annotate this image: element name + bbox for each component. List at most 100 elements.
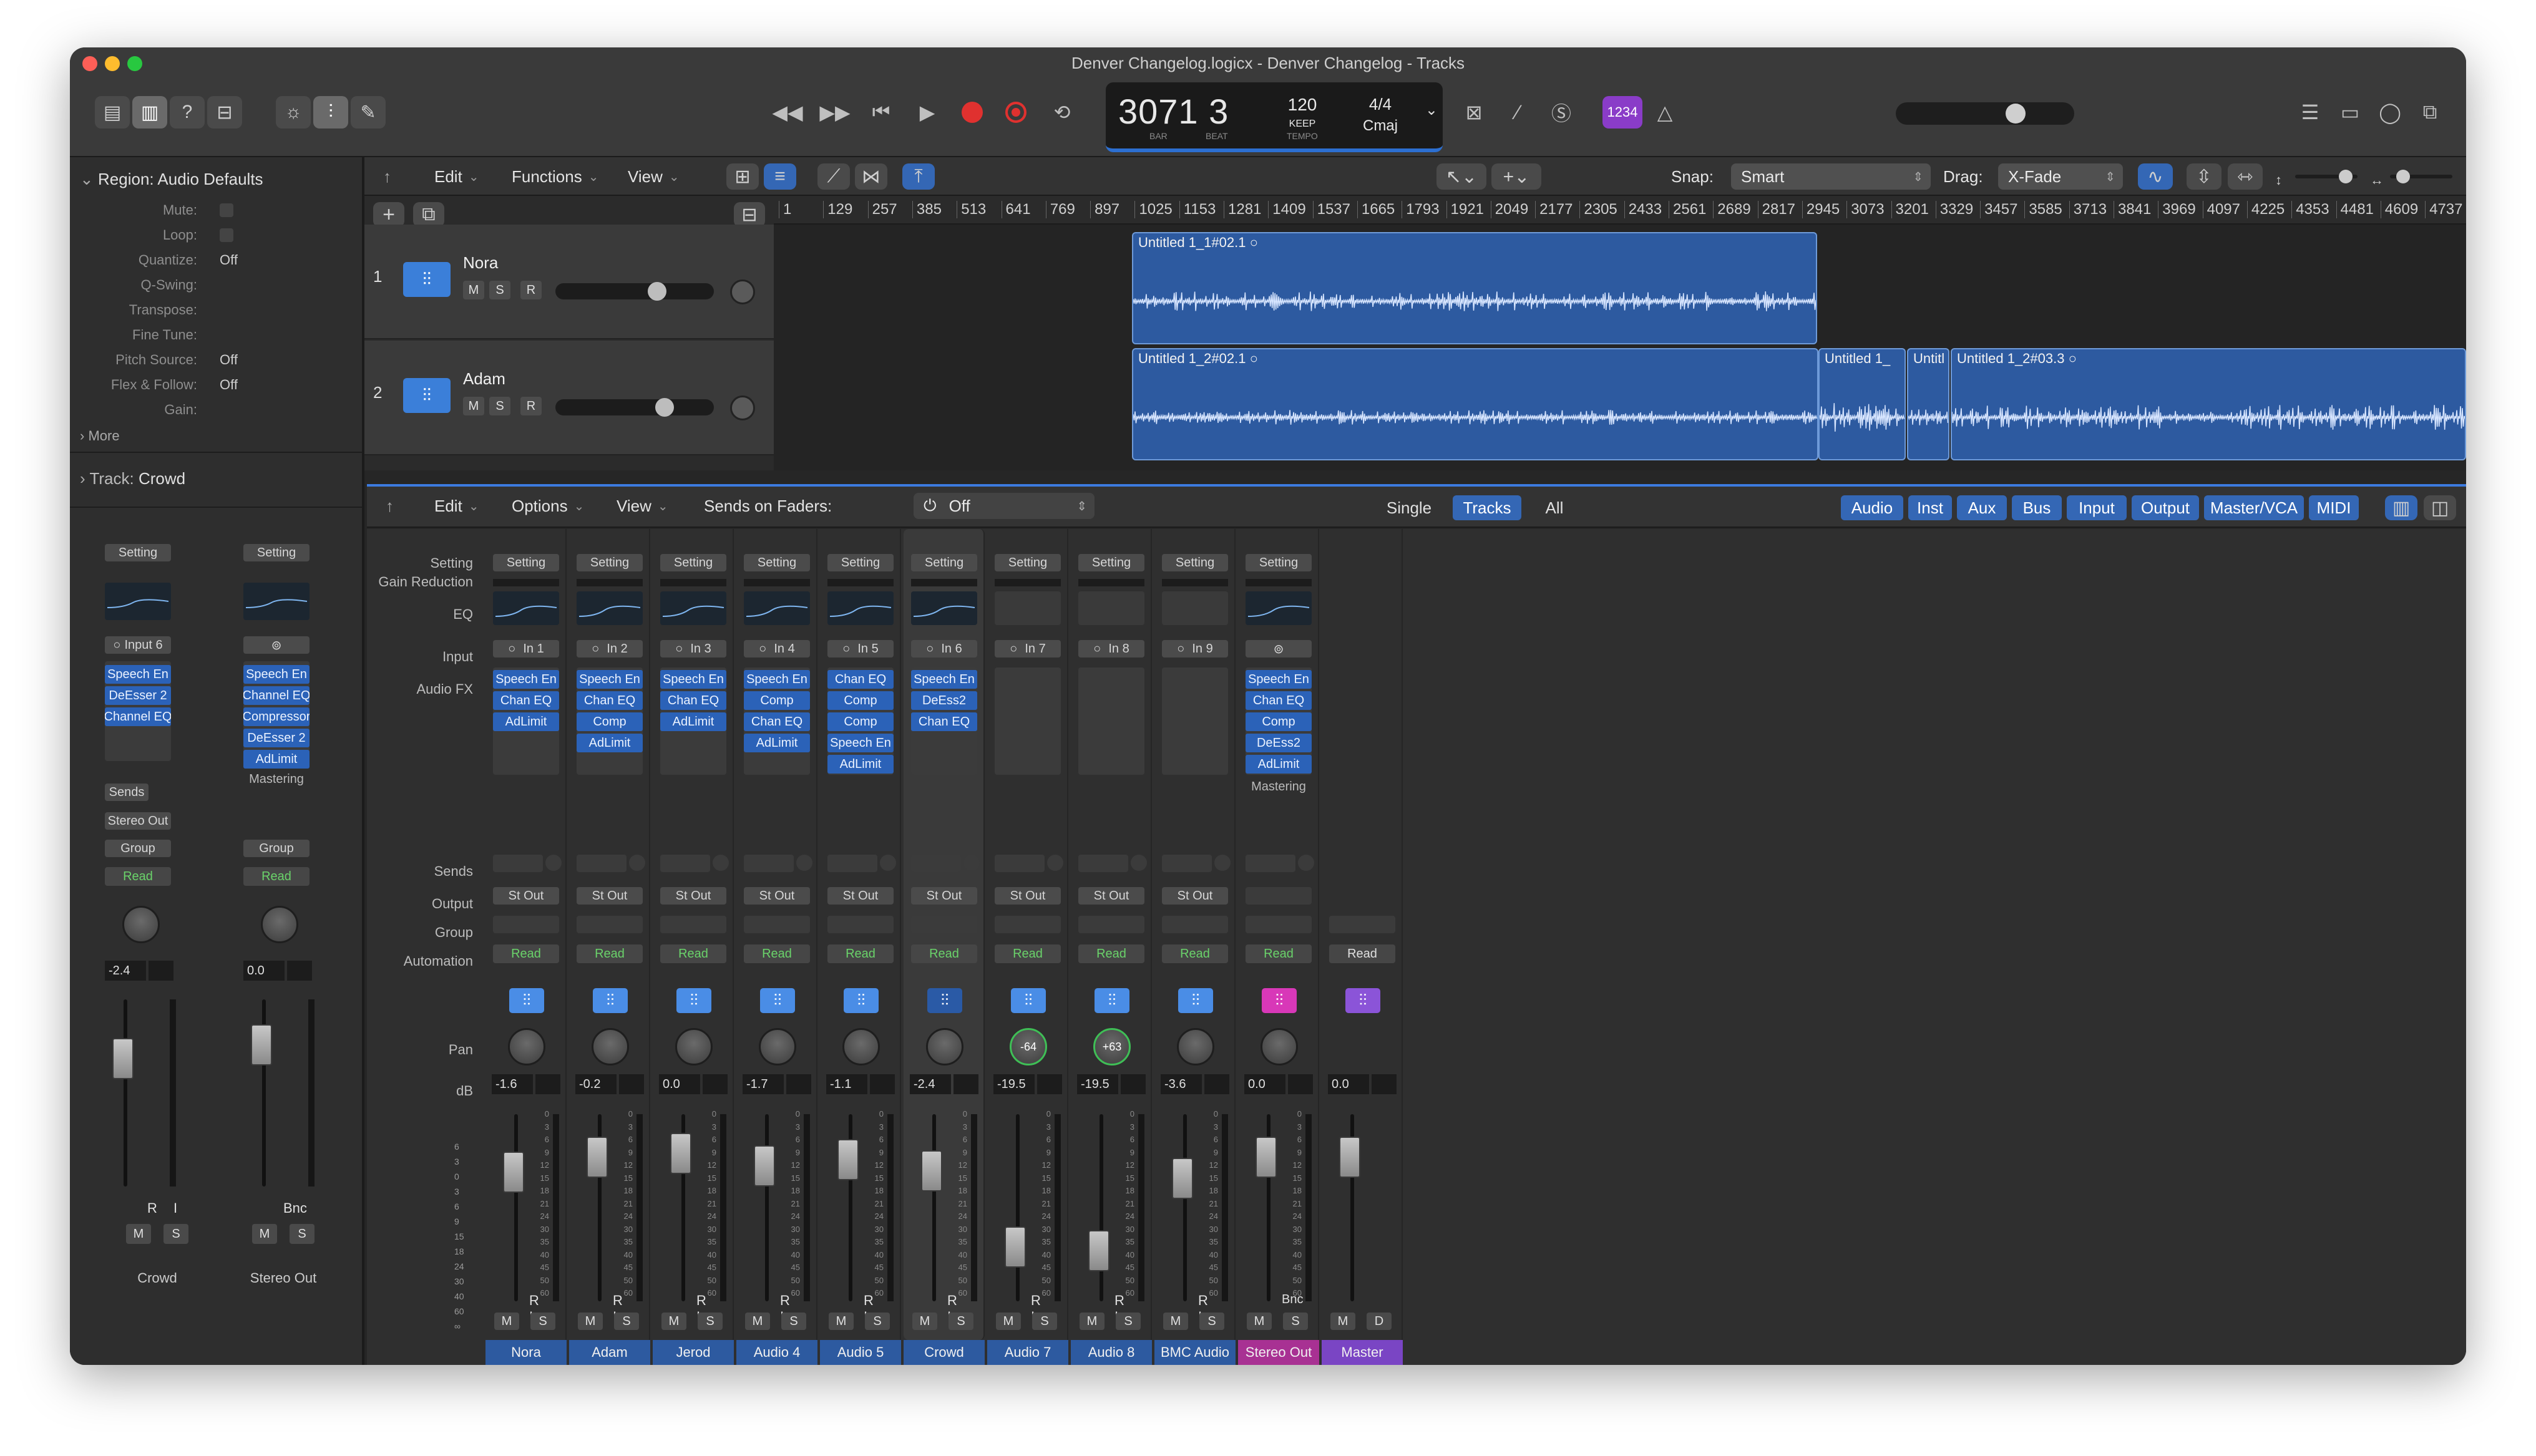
- volume-readout[interactable]: -19.5: [993, 1074, 1035, 1094]
- volume-fader[interactable]: 0 3 6 9 12 15 18 21 24 30 35 40 45 50 60: [498, 1108, 559, 1308]
- volume-readout[interactable]: 0.0: [1328, 1074, 1369, 1094]
- track-pan-knob[interactable]: [730, 396, 755, 420]
- solo-button[interactable]: S: [530, 1313, 555, 1330]
- mute-button[interactable]: M: [1163, 1313, 1188, 1330]
- group-slot[interactable]: [660, 916, 726, 933]
- pan-knob[interactable]: +63: [1093, 1028, 1131, 1065]
- output-button[interactable]: St Out: [827, 887, 894, 905]
- group-slot[interactable]: [1246, 916, 1312, 933]
- eq-thumbnail[interactable]: [577, 591, 643, 625]
- group-slot[interactable]: [1078, 916, 1144, 933]
- eq-thumbnail[interactable]: [1162, 591, 1228, 625]
- audio-fx-plugin[interactable]: Comp: [577, 712, 643, 731]
- volume-fader[interactable]: 0 3 6 9 12 15 18 21 24 30 35 40 45 50 60: [1083, 1108, 1144, 1308]
- mixer-options-menu[interactable]: Options ⌄: [512, 493, 584, 519]
- audio-fx-plugin[interactable]: DeEsser 2: [243, 729, 310, 747]
- group-slot[interactable]: [911, 916, 977, 933]
- input-button[interactable]: ○ Input 6: [105, 636, 171, 654]
- audio-fx-plugin[interactable]: AdLimit: [1246, 755, 1312, 774]
- fader-cap[interactable]: [503, 1152, 524, 1193]
- sends-slot[interactable]: [577, 855, 627, 872]
- bounce-button[interactable]: Bnc: [283, 1200, 307, 1216]
- volume-readout[interactable]: -3.6: [1161, 1074, 1202, 1094]
- track-inspector-header[interactable]: › Track: Crowd: [80, 469, 185, 488]
- mixer-filter-input[interactable]: Input: [2067, 495, 2127, 520]
- channel-name[interactable]: Stereo Out: [1238, 1340, 1319, 1365]
- setting-button[interactable]: Setting: [995, 554, 1061, 571]
- volume-readout[interactable]: -0.2: [575, 1074, 617, 1094]
- automation-mode-button[interactable]: Read: [493, 944, 559, 963]
- fader-cap[interactable]: [1172, 1158, 1193, 1199]
- fader-cap[interactable]: [1088, 1230, 1110, 1271]
- volume-fader[interactable]: [1334, 1108, 1390, 1308]
- volume-readout[interactable]: 0.0: [243, 961, 285, 981]
- mute-button[interactable]: M: [996, 1313, 1021, 1330]
- quick-help-button[interactable]: ?: [170, 96, 205, 129]
- go-to-start-button[interactable]: ⏮: [862, 96, 900, 129]
- track-header[interactable]: 1 ⫶⫶ Nora M S R: [364, 225, 774, 339]
- input-button[interactable]: ○ In 7: [995, 640, 1061, 658]
- mute-button[interactable]: M: [1247, 1313, 1272, 1330]
- audio-fx-plugin[interactable]: Speech En: [827, 734, 894, 752]
- automation-mode-button[interactable]: Read: [660, 944, 726, 963]
- automation-mode-button[interactable]: Read: [1246, 944, 1312, 963]
- mute-button[interactable]: M: [463, 281, 484, 299]
- audio-fx-plugin[interactable]: Comp: [1246, 712, 1312, 731]
- grid-view-button[interactable]: ⊞: [726, 163, 759, 190]
- mixer-filter-midi[interactable]: MIDI: [2309, 495, 2359, 520]
- audio-fx-plugin[interactable]: Speech En: [105, 665, 171, 684]
- group-button[interactable]: Group: [243, 840, 310, 857]
- fader-cap[interactable]: [587, 1137, 608, 1178]
- audio-fx-plugin[interactable]: Speech En: [660, 670, 726, 689]
- output-button[interactable]: St Out: [660, 887, 726, 905]
- input-button[interactable]: ⊚: [1246, 640, 1312, 658]
- mixer-filter-master-vca[interactable]: Master/VCA: [2204, 495, 2304, 520]
- master-volume-knob[interactable]: [2006, 104, 2026, 124]
- mixer-filter-output[interactable]: Output: [2132, 495, 2199, 520]
- group-slot[interactable]: [995, 916, 1061, 933]
- sends-slot[interactable]: [1162, 855, 1212, 872]
- balance-knob[interactable]: [261, 906, 298, 943]
- audio-fx-plugin[interactable]: Speech En: [744, 670, 810, 689]
- input-button[interactable]: ○ In 4: [744, 640, 810, 658]
- mixer-filter-bus[interactable]: Bus: [2012, 495, 2062, 520]
- library-button[interactable]: ▤: [95, 96, 130, 129]
- audio-fx-plugin[interactable]: AdLimit: [827, 755, 894, 774]
- narrow-channel-button[interactable]: ◫: [2424, 495, 2456, 520]
- input-button[interactable]: ○ In 8: [1078, 640, 1144, 658]
- volume-fader[interactable]: 0 3 6 9 12 15 18 21 24 30 35 40 45 50 60: [1167, 1108, 1228, 1308]
- volume-fader[interactable]: [107, 993, 176, 1193]
- eq-thumbnail[interactable]: [243, 583, 310, 620]
- pan-knob[interactable]: -64: [1010, 1028, 1047, 1065]
- volume-readout[interactable]: -2.4: [910, 1074, 951, 1094]
- mute-button[interactable]: M: [745, 1313, 770, 1330]
- timeline-ruler[interactable]: 1 129 257 385 513 641 769 897 1025 1153 1281 1409 15…: [774, 196, 2466, 225]
- channel-name[interactable]: Audio 5: [820, 1340, 901, 1365]
- input-button[interactable]: ○ In 9: [1162, 640, 1228, 658]
- metronome-button[interactable]: △: [1646, 96, 1684, 129]
- audio-fx-plugin[interactable]: Compressor: [243, 707, 310, 726]
- mastering-label[interactable]: Mastering: [1246, 780, 1312, 794]
- dim-button[interactable]: D: [1367, 1313, 1392, 1330]
- pan-knob[interactable]: [122, 906, 160, 943]
- solo-button[interactable]: S: [489, 281, 510, 299]
- wide-channel-button[interactable]: ▥: [2385, 495, 2417, 520]
- fast-forward-button[interactable]: ▶▶: [816, 96, 854, 129]
- audio-fx-plugin[interactable]: AdLimit: [243, 750, 310, 769]
- region-inspector-header[interactable]: ⌄ Region: Audio Defaults: [80, 170, 263, 189]
- solo-button[interactable]: S: [489, 397, 510, 415]
- more-disclosure[interactable]: › More: [80, 428, 120, 444]
- setting-button[interactable]: Setting: [1078, 554, 1144, 571]
- audio-fx-plugin[interactable]: Chan EQ: [660, 691, 726, 710]
- solo-button[interactable]: S: [1199, 1313, 1224, 1330]
- eq-thumbnail[interactable]: [995, 591, 1061, 625]
- play-button[interactable]: ▶: [909, 96, 946, 129]
- solo-button[interactable]: S: [290, 1224, 315, 1244]
- solo-mode-button[interactable]: Ⓢ: [1543, 96, 1580, 129]
- tracks-view-menu[interactable]: View ⌄: [628, 163, 680, 190]
- setting-button[interactable]: Setting: [1162, 554, 1228, 571]
- sends-slot[interactable]: [1246, 855, 1295, 872]
- editors-button[interactable]: ✎: [351, 96, 386, 129]
- mixer-mode-all[interactable]: All: [1533, 495, 1576, 520]
- mute-button[interactable]: M: [252, 1224, 277, 1244]
